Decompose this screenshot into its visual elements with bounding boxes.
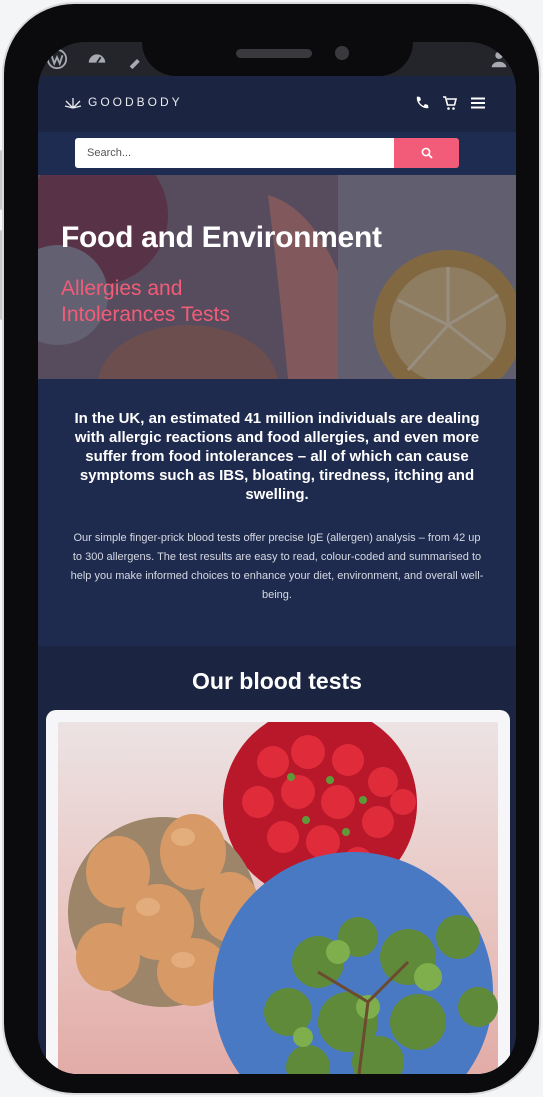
intro-body-text: Our simple finger-prick blood tests offe… bbox=[70, 532, 484, 601]
test-card-image bbox=[58, 722, 498, 1074]
user-icon[interactable] bbox=[488, 48, 510, 70]
intro-section: In the UK, an estimated 41 million indiv… bbox=[38, 379, 516, 646]
phone-speaker bbox=[236, 49, 312, 58]
cart-icon[interactable] bbox=[442, 95, 458, 111]
search-icon bbox=[421, 147, 433, 159]
blood-tests-section: Our blood tests bbox=[38, 646, 516, 1074]
test-card[interactable] bbox=[46, 710, 510, 1074]
hero-banner: Food and Environment Allergies and Intol… bbox=[38, 175, 516, 379]
dashboard-icon[interactable] bbox=[86, 48, 108, 70]
phone-camera bbox=[335, 46, 349, 60]
allergen-collage-image bbox=[68, 722, 498, 1074]
leaf-icon bbox=[64, 98, 82, 109]
phone-frame: GOODBODY Search... Food and Environment … bbox=[4, 4, 539, 1093]
wordpress-icon[interactable] bbox=[46, 48, 68, 70]
header-icons bbox=[414, 95, 486, 111]
page-subtitle: Allergies and Intolerances Tests bbox=[61, 277, 230, 326]
intro-lead-text: In the UK, an estimated 41 million indiv… bbox=[74, 410, 480, 503]
phone-icon[interactable] bbox=[414, 95, 430, 111]
site-header: GOODBODY bbox=[38, 76, 516, 132]
menu-icon[interactable] bbox=[470, 95, 486, 111]
logo-text: GOODBODY bbox=[88, 95, 183, 109]
section-title: Our blood tests bbox=[192, 668, 362, 694]
search-button[interactable] bbox=[394, 138, 459, 168]
page-title: Food and Environment bbox=[61, 221, 382, 254]
phone-notch bbox=[142, 8, 413, 76]
site-logo[interactable]: GOODBODY bbox=[64, 95, 183, 109]
search-input[interactable] bbox=[75, 138, 394, 168]
search-bar bbox=[38, 132, 516, 175]
phone-screen: GOODBODY Search... Food and Environment … bbox=[38, 42, 516, 1074]
